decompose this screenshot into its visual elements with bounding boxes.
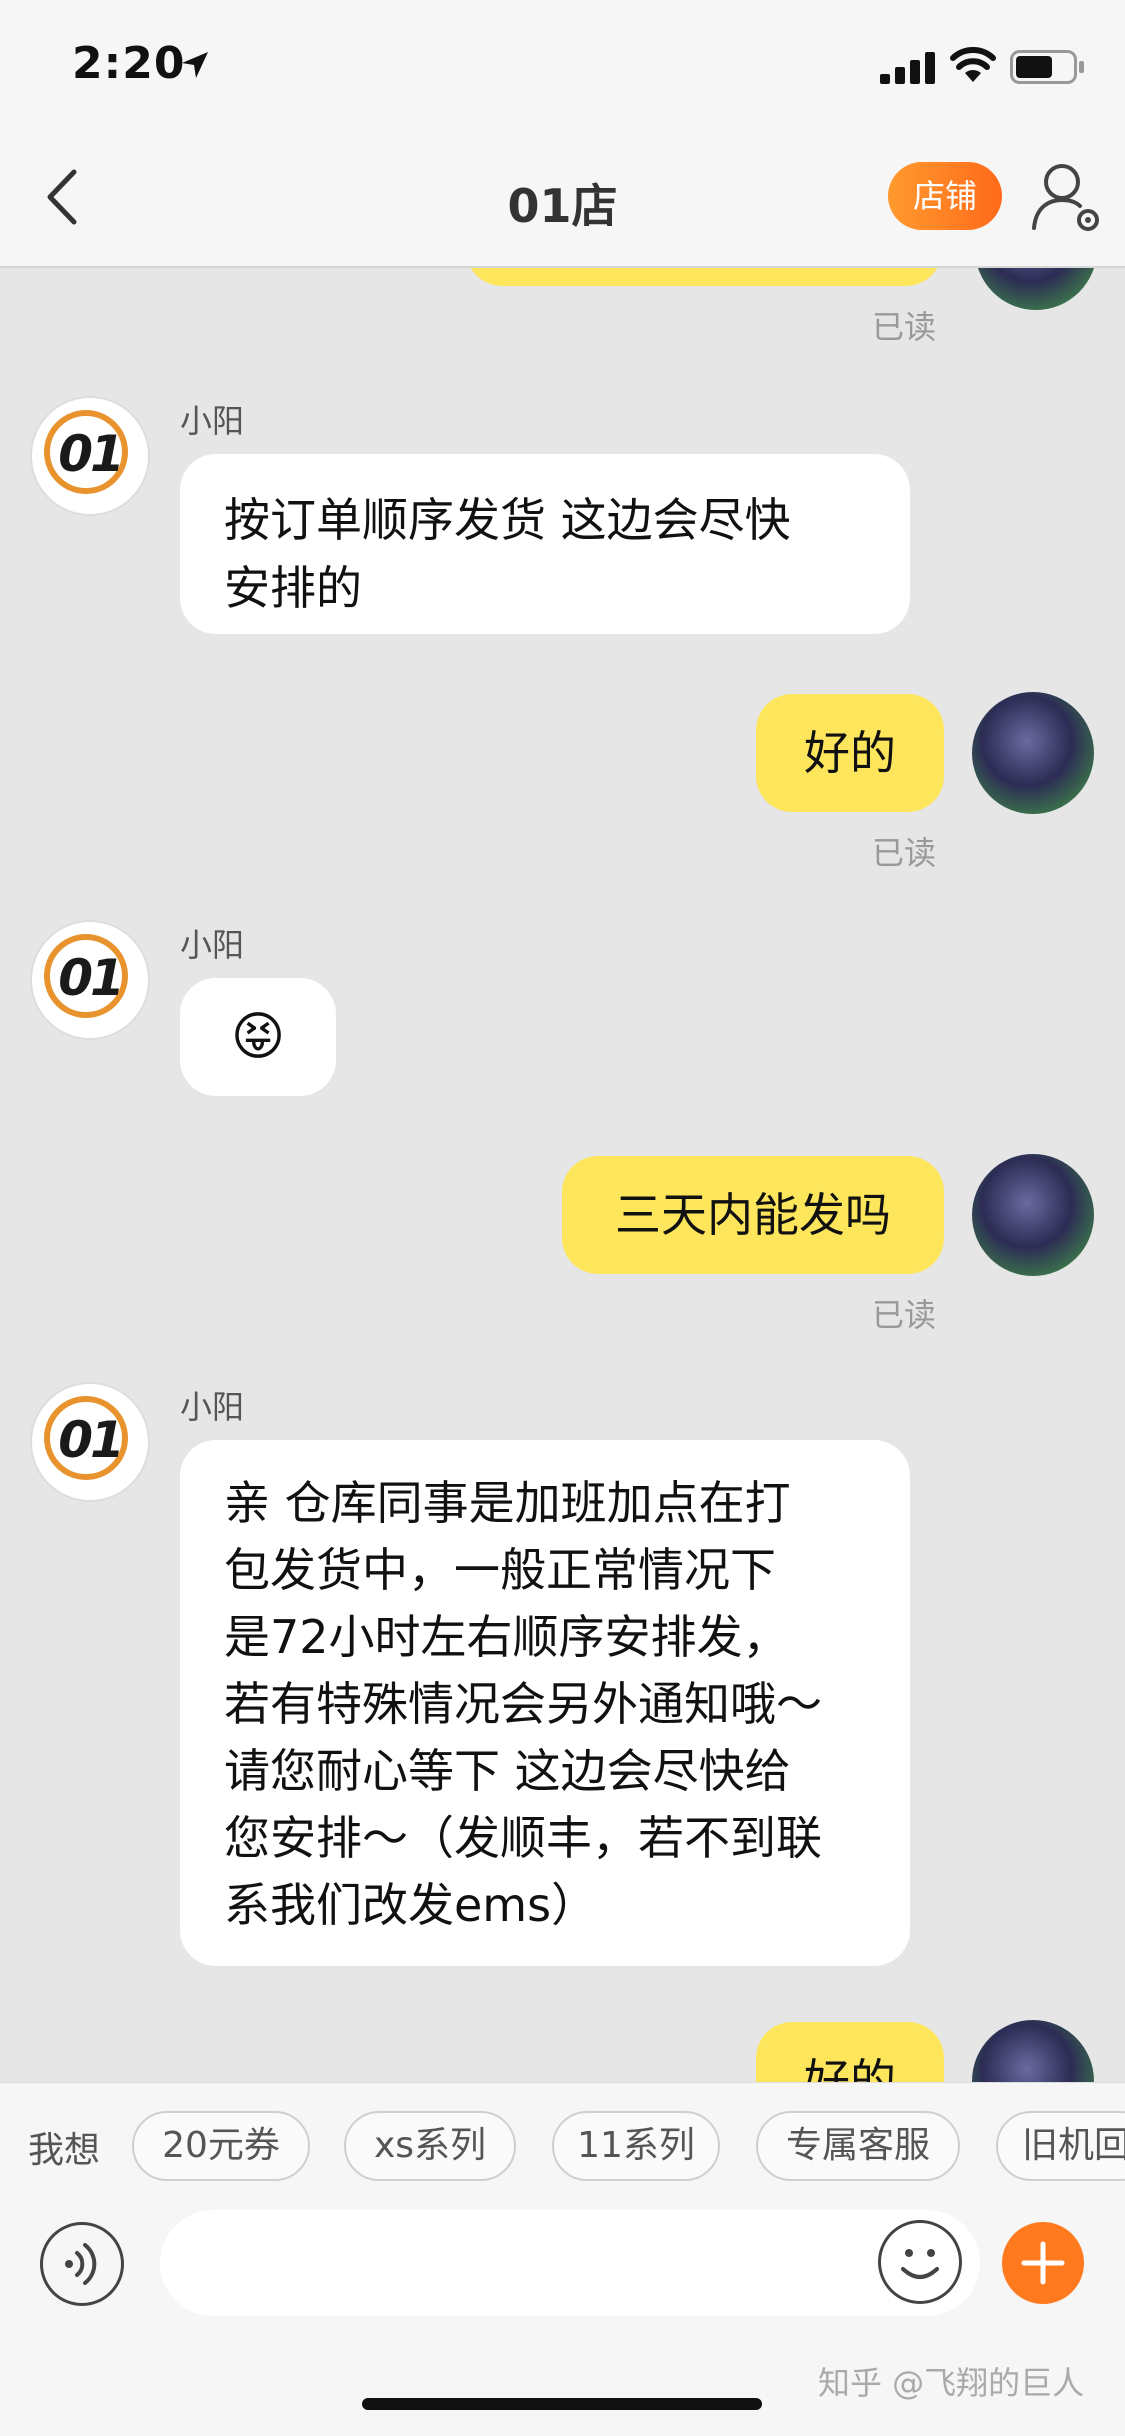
status-time: 2:20 (72, 38, 186, 89)
emoji-button[interactable] (878, 2220, 962, 2304)
message-bubble-received[interactable]: 按订单顺序发货 这边会尽快 安排的 (180, 454, 910, 634)
quick-reply-chip[interactable]: 专属客服 (756, 2111, 960, 2181)
nav-bar: 01店 店铺 (0, 132, 1125, 268)
quick-reply-label: 我想 (28, 2130, 101, 2171)
plus-icon (1021, 2241, 1065, 2285)
user-avatar[interactable] (975, 268, 1097, 310)
message-bubble-received[interactable]: 亲 仓库同事是加班加点在打 包发货中，一般正常情况下 是72小时左右顺序安排发，… (180, 1440, 910, 1966)
user-avatar[interactable] (972, 2020, 1094, 2082)
message-text: 好的 (804, 2054, 896, 2082)
cellular-signal-icon (880, 52, 935, 84)
message-text: 好的 (804, 726, 896, 780)
shop-button[interactable]: 店铺 (888, 162, 1002, 230)
message-bubble-sent[interactable] (466, 268, 942, 286)
message-line: 请您耐心等下 这边会尽快给 (224, 1744, 791, 1798)
message-bubble-sent[interactable]: 三天内能发吗 (562, 1156, 944, 1274)
more-actions-button[interactable] (1002, 2222, 1084, 2304)
shop-avatar[interactable]: 01 (32, 922, 148, 1038)
message-line: 是72小时左右顺序安排发， (224, 1610, 789, 1664)
sender-name: 小阳 (180, 1388, 245, 1426)
quick-reply-chip[interactable]: 20元券 (132, 2111, 310, 2181)
tongue-face-emoji-icon: 😝 (230, 1007, 286, 1067)
quick-reply-chip[interactable]: 旧机回 (996, 2111, 1125, 2181)
wifi-icon (950, 47, 996, 82)
shop-logo: 01 (58, 425, 125, 483)
message-line: 若有特殊情况会另外通知哦～ (224, 1677, 822, 1731)
quick-reply-chip[interactable]: 11系列 (552, 2111, 720, 2181)
smiley-icon (901, 2249, 939, 2279)
sender-name: 小阳 (180, 402, 245, 440)
shop-logo: 01 (58, 949, 125, 1007)
quick-reply-chip[interactable]: xs系列 (344, 2111, 516, 2181)
chat-messages[interactable]: 已读 01 小阳 按订单顺序发货 这边会尽快 安排的 好的 已读 01 小阳 😝… (0, 268, 1125, 2082)
watermark: 知乎 @飞翔的巨人 (818, 2364, 1085, 2402)
message-line: 安排的 (224, 561, 362, 615)
read-receipt: 已读 (872, 1296, 937, 1334)
input-bar: 知乎 @飞翔的巨人 (0, 2210, 1125, 2436)
user-avatar[interactable] (972, 1154, 1094, 1276)
location-arrow-icon (182, 52, 208, 78)
message-input[interactable] (160, 2210, 980, 2316)
message-line: 亲 仓库同事是加班加点在打 (224, 1476, 791, 1530)
message-line: 按订单顺序发货 这边会尽快 (224, 493, 791, 547)
read-receipt: 已读 (872, 308, 937, 346)
message-bubble-sent[interactable]: 好的 (756, 2022, 944, 2082)
quick-reply-bar: 我想 20元券 xs系列 11系列 专属客服 旧机回 (0, 2082, 1125, 2211)
sender-name: 小阳 (180, 926, 245, 964)
message-line: 包发货中，一般正常情况下 (224, 1543, 776, 1597)
message-bubble-received[interactable]: 😝 (180, 978, 336, 1096)
shop-avatar[interactable]: 01 (32, 398, 148, 514)
profile-settings-icon[interactable] (1028, 158, 1108, 238)
message-line: 系我们改发ems） (224, 1878, 598, 1932)
message-bubble-sent[interactable]: 好的 (756, 694, 944, 812)
shop-logo: 01 (58, 1411, 125, 1469)
battery-icon (1010, 50, 1084, 84)
user-avatar[interactable] (972, 692, 1094, 814)
voice-icon (65, 2243, 97, 2285)
shop-avatar[interactable]: 01 (32, 1384, 148, 1500)
voice-input-button[interactable] (40, 2222, 124, 2306)
read-receipt: 已读 (872, 834, 937, 872)
message-text: 三天内能发吗 (615, 1188, 891, 1242)
home-indicator[interactable] (362, 2398, 762, 2410)
message-line: 您安排～（发顺丰，若不到联 (224, 1811, 822, 1865)
status-bar: 2:20 (0, 0, 1125, 132)
